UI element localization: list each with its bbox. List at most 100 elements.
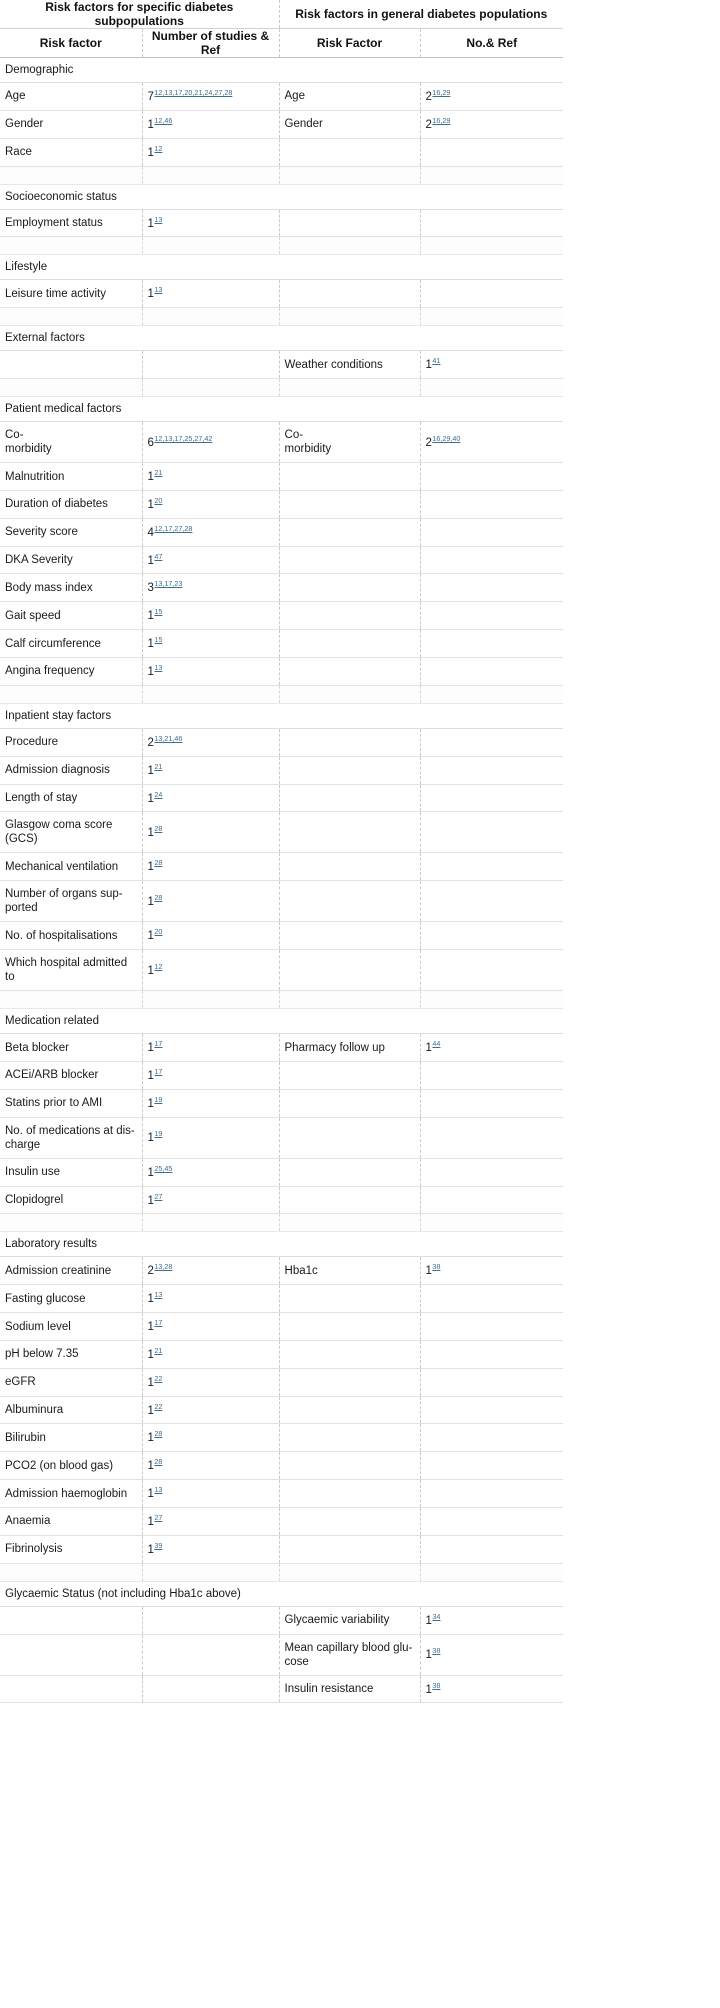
empty-cell (279, 1186, 421, 1215)
empty-cell (420, 279, 564, 309)
studies-count-and-ref: 612,13,17,25,27,42 (142, 421, 280, 464)
section-header-row: External factors (0, 325, 564, 352)
reference-superscript: 21 (154, 761, 163, 771)
risk-factor-label-general: Hba1c (279, 1256, 421, 1286)
spacer-cell (420, 307, 564, 327)
studies-count-and-ref-general: 134 (420, 1606, 564, 1635)
reference-superscript: 16,29 (432, 88, 451, 97)
studies-count-and-ref: 128 (142, 852, 280, 882)
risk-factor-label-general: Age (279, 82, 421, 111)
empty-cell (420, 462, 564, 491)
table-row: Procedure 213,21,46 (0, 728, 564, 757)
studies-count-and-ref: 412,17,27,28 (142, 518, 280, 547)
section-header-row: Socioeconomic status (0, 183, 564, 210)
reference-superscript: 28 (154, 892, 163, 902)
studies-count-and-ref-general: 138 (420, 1634, 564, 1676)
reference-superscript: 12 (154, 143, 163, 153)
section-spacer-row (0, 378, 564, 398)
empty-cell (142, 350, 280, 380)
reference-superscript: 22 (154, 1373, 163, 1383)
spacer-cell (142, 684, 280, 704)
reference-superscript: 17 (154, 1067, 163, 1076)
reference-superscript: 13,28 (154, 1262, 173, 1272)
studies-count-and-ref: 117 (142, 1061, 280, 1090)
spacer-cell (0, 307, 143, 327)
studies-count-and-ref: 115 (142, 601, 280, 631)
studies-count-and-ref-general: 144 (420, 1033, 564, 1062)
risk-factor-label-general: Weather conditions (279, 350, 421, 380)
spacer-cell (279, 165, 421, 185)
spacer-cell (0, 378, 143, 398)
empty-cell (279, 629, 421, 658)
reference-superscript: 12 (154, 961, 163, 971)
empty-cell (279, 811, 421, 854)
studies-count-and-ref: 113 (142, 1479, 280, 1508)
empty-cell (420, 852, 564, 882)
reference-superscript: 34 (432, 1611, 441, 1621)
studies-count-and-ref: 117 (142, 1312, 280, 1341)
risk-factor-label: Beta blocker (0, 1033, 143, 1062)
table-row: Age 712,13,17,20,21,24,27,28 Age 216,29 (0, 82, 564, 111)
studies-count-and-ref: 213,21,46 (142, 728, 280, 757)
risk-factor-label: Gender (0, 110, 143, 139)
table-row: Mechanical ventilation 128 (0, 852, 564, 882)
risk-factor-label: Clopidogrel (0, 1186, 143, 1215)
table-row: Gender 112,46 Gender 216,29 (0, 110, 564, 139)
table-row: Clopidogrel 127 (0, 1186, 564, 1215)
risk-factor-label: Admission haemoglobin (0, 1479, 143, 1508)
empty-cell (420, 1158, 564, 1187)
table-row: Number of organs sup-ported 128 (0, 880, 564, 923)
empty-cell (279, 1507, 421, 1536)
empty-cell (279, 1479, 421, 1508)
section-title: Glycaemic Status (not including Hba1c ab… (0, 1580, 564, 1607)
table-row: Fibrinolysis 139 (0, 1535, 564, 1564)
table-row: Admission haemoglobin 113 (0, 1479, 564, 1508)
table-row: Insulin resistance 138 (0, 1675, 564, 1704)
empty-cell (279, 1117, 421, 1159)
studies-count-and-ref: 127 (142, 1507, 280, 1536)
risk-factor-label: Race (0, 138, 143, 167)
section-title: Lifestyle (0, 254, 564, 281)
table-row: Glycaemic variability 134 (0, 1606, 564, 1635)
risk-factor-label: Duration of diabetes (0, 490, 143, 519)
reference-superscript: 13 (154, 663, 163, 672)
risk-factor-label: Admission creatinine (0, 1256, 143, 1286)
column-header-risk-factor-right: Risk Factor (279, 28, 421, 58)
table-row: eGFR 122 (0, 1368, 564, 1397)
studies-count-and-ref-general: 216,29 (420, 82, 564, 111)
studies-count-and-ref: 115 (142, 629, 280, 658)
empty-cell (0, 350, 143, 380)
reference-superscript: 13 (154, 1290, 163, 1300)
studies-count-and-ref-general: 138 (420, 1256, 564, 1286)
risk-factor-label: No. of medications at dis-charge (0, 1117, 143, 1159)
empty-cell (279, 462, 421, 491)
table-row: Severity score 412,17,27,28 (0, 518, 564, 547)
table-row: Admission creatinine 213,28 Hba1c 138 (0, 1256, 564, 1286)
reference-superscript: 15 (154, 635, 163, 645)
spacer-cell (142, 990, 280, 1010)
column-header-row: Risk factor Number of studies & Ref Risk… (0, 28, 564, 58)
reference-superscript: 15 (154, 607, 163, 617)
column-header-studies-ref: Number of studies & Ref (142, 28, 280, 58)
table-row: Statins prior to AMI 119 (0, 1089, 564, 1118)
spacer-cell (142, 1562, 280, 1582)
table-row: Gait speed 115 (0, 601, 564, 631)
empty-cell (279, 784, 421, 813)
empty-cell (420, 921, 564, 951)
spacer-cell (0, 990, 143, 1010)
spacer-cell (0, 236, 143, 256)
studies-count-and-ref: 147 (142, 546, 280, 575)
reference-superscript: 38 (432, 1646, 441, 1656)
table-row: Albuminura 122 (0, 1396, 564, 1425)
empty-cell (420, 1368, 564, 1397)
empty-cell (279, 490, 421, 519)
risk-factor-label: Gait speed (0, 601, 143, 631)
risk-factor-label-general: Insulin resistance (279, 1675, 421, 1704)
empty-cell (420, 1089, 564, 1118)
section-title: Patient medical factors (0, 396, 564, 423)
reference-superscript: 44 (432, 1039, 441, 1049)
empty-cell (420, 1479, 564, 1508)
column-header-no-ref: No.& Ref (420, 28, 564, 58)
empty-cell (279, 209, 421, 238)
reference-superscript: 25,45 (154, 1163, 173, 1173)
